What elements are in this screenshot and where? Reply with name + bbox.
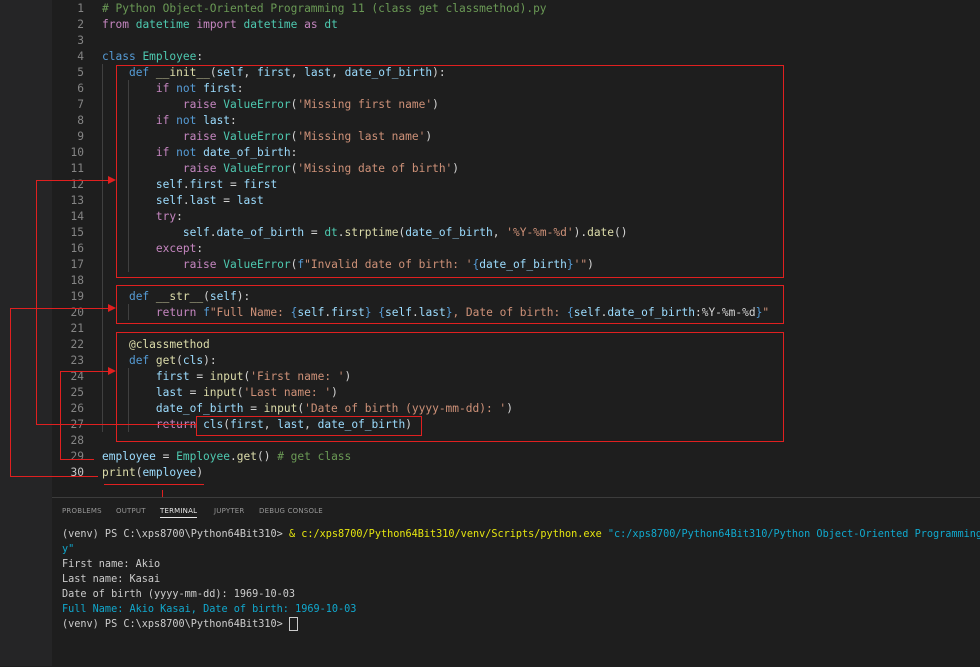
code-token: Employee [176, 450, 230, 463]
tab-terminal[interactable]: TERMINAL [160, 507, 198, 518]
terminal-script-arg: "c:/xps8700/Python64Bit310/Python Object… [601, 529, 980, 540]
tab-debug-console[interactable]: DEBUG CONSOLE [259, 507, 323, 515]
line-number: 8 [77, 114, 84, 127]
code-text: employee = Employee.get() # get class [102, 449, 351, 465]
line-number: 10 [70, 146, 84, 159]
arrow-get-to-classmethod [60, 371, 61, 460]
line-number: 18 [70, 274, 84, 287]
code-token: get [236, 450, 257, 463]
arrow-head-icon [108, 304, 116, 312]
line-number: 2 [77, 18, 84, 31]
code-token: () [256, 450, 278, 463]
line-number: 28 [70, 434, 84, 447]
line-number: 3 [77, 34, 84, 47]
line-number: 22 [70, 338, 84, 351]
arrow-print-to-str [10, 308, 11, 476]
line-number: 30 [70, 466, 84, 479]
terminal-python-exe: c:/xps8700/Python64Bit310/venv/Scripts/p… [301, 529, 602, 540]
terminal-line-dob: Date of birth (yyyy-mm-dd): 1969-10-03 [62, 589, 296, 600]
code-text: class Employee: [102, 49, 203, 65]
code-token: # Python Object-Oriented Programming 11 … [102, 2, 547, 15]
code-token: : [196, 50, 204, 63]
terminal-amp: & [288, 529, 302, 540]
line-number: 7 [77, 98, 84, 111]
tab-jupyter[interactable]: JUPYTER [214, 507, 245, 515]
code-line[interactable]: 4 class Employee: [0, 49, 980, 65]
terminal-line-last: Last name: Kasai [62, 574, 161, 585]
code-token: . [230, 450, 237, 463]
line-number: 29 [70, 450, 84, 463]
terminal-line-first: First name: Akio [62, 559, 161, 570]
code-line[interactable]: 2 from datetime import datetime as dt [0, 17, 980, 33]
terminal-line-prompt[interactable]: (venv) PS C:\xps8700\Python64Bit310> [62, 617, 298, 632]
line-number: 26 [70, 402, 84, 415]
arrow-print-to-str [10, 308, 112, 309]
line-number: 21 [70, 322, 84, 335]
line-number: 16 [70, 242, 84, 255]
code-token: from [102, 18, 129, 31]
code-token: class [102, 50, 136, 63]
line-number: 19 [70, 290, 84, 303]
code-text: from datetime import datetime as dt [102, 17, 338, 33]
line-number: 17 [70, 258, 84, 271]
code-token: dt [324, 18, 338, 31]
tab-problems[interactable]: PROBLEMS [62, 507, 102, 515]
arrow-head-icon [108, 176, 116, 184]
arrow-head-icon [108, 367, 116, 375]
line-number: 27 [70, 418, 84, 431]
code-line[interactable]: 29 employee = Employee.get() # get class [0, 449, 980, 465]
line-number: 14 [70, 210, 84, 223]
cls-call-highlight [196, 416, 422, 436]
code-token: ) [196, 466, 204, 479]
line-number: 15 [70, 226, 84, 239]
arrow-print-to-str [10, 476, 98, 477]
terminal-cursor [288, 617, 298, 631]
line-number: 6 [77, 82, 84, 95]
code-token: print [102, 466, 136, 479]
arrow-print-to-output [104, 484, 204, 485]
code-token: = [155, 450, 177, 463]
code-token: datetime [243, 18, 298, 31]
line-number: 11 [70, 162, 84, 175]
bottom-panel [52, 497, 980, 667]
terminal-line-result: Full Name: Akio Kasai, Date of birth: 19… [62, 604, 357, 615]
code-token: as [304, 18, 318, 31]
code-line[interactable]: 1 # Python Object-Oriented Programming 11… [0, 1, 980, 17]
terminal-prompt: (venv) PS C:\xps8700\Python64Bit310> [62, 529, 289, 540]
code-token: Employee [142, 50, 197, 63]
code-token: employee [102, 450, 156, 463]
code-line[interactable]: 30 print(employee) [0, 465, 980, 481]
code-text: # Python Object-Oriented Programming 11 … [102, 1, 547, 17]
terminal-line-wrap: y" [62, 544, 75, 555]
line-number: 1 [77, 2, 84, 15]
tab-output[interactable]: OUTPUT [116, 507, 146, 515]
line-number: 5 [77, 66, 84, 79]
line-number: 9 [77, 130, 84, 143]
str-method-highlight [116, 285, 784, 324]
init-method-highlight [116, 65, 784, 278]
line-number: 23 [70, 354, 84, 367]
line-number: 4 [77, 50, 84, 63]
code-token: datetime [135, 18, 190, 31]
code-token: import [196, 18, 237, 31]
code-token: employee [142, 466, 197, 479]
line-number: 25 [70, 386, 84, 399]
terminal-prompt: (venv) PS C:\xps8700\Python64Bit310> [62, 619, 289, 630]
arrow-cls-to-init [36, 180, 112, 181]
arrow-cls-to-init [36, 180, 37, 425]
code-line[interactable]: 3 [0, 33, 980, 49]
code-text: print(employee) [102, 465, 203, 481]
terminal-line-command[interactable]: (venv) PS C:\xps8700\Python64Bit310> & c… [62, 527, 980, 542]
arrow-get-to-classmethod [60, 459, 94, 460]
line-number: 13 [70, 194, 84, 207]
arrow-get-to-classmethod [60, 371, 112, 372]
code-token: # get class [277, 450, 352, 463]
